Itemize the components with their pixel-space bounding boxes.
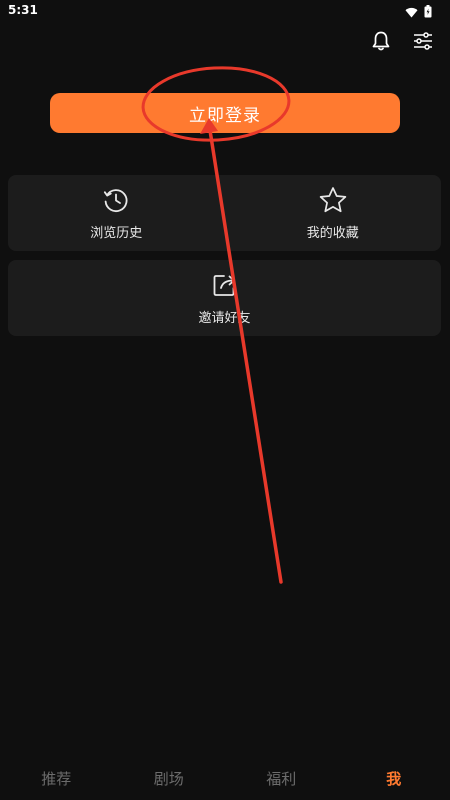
battery-icon xyxy=(424,3,432,22)
history-label: 浏览历史 xyxy=(90,225,143,241)
tab-theater[interactable]: 剧场 xyxy=(113,757,226,800)
favorites-label: 我的收藏 xyxy=(306,225,359,241)
share-icon xyxy=(211,271,239,299)
menu-card-primary: 浏览历史 我的收藏 xyxy=(8,175,441,251)
status-bar: 5:31 xyxy=(0,0,450,22)
tab-welfare[interactable]: 福利 xyxy=(225,757,338,800)
favorites-button[interactable]: 我的收藏 xyxy=(225,175,442,251)
bell-icon[interactable] xyxy=(370,30,392,52)
history-button[interactable]: 浏览历史 xyxy=(8,175,225,251)
settings-sliders-icon[interactable] xyxy=(412,30,434,52)
tab-me[interactable]: 我 xyxy=(338,757,450,800)
header-actions xyxy=(370,30,434,52)
tab-recommend[interactable]: 推荐 xyxy=(0,757,113,800)
menu-card-secondary: 邀请好友 xyxy=(8,260,441,336)
wifi-icon xyxy=(405,3,418,22)
invite-friends-label: 邀请好友 xyxy=(198,310,251,326)
status-time: 5:31 xyxy=(8,3,38,17)
star-icon xyxy=(318,186,348,214)
status-icons xyxy=(405,3,432,22)
invite-friends-button[interactable]: 邀请好友 xyxy=(8,260,441,336)
login-button[interactable]: 立即登录 xyxy=(50,93,400,133)
bottom-nav: 推荐 剧场 福利 我 xyxy=(0,757,450,800)
history-clock-icon xyxy=(102,186,130,214)
